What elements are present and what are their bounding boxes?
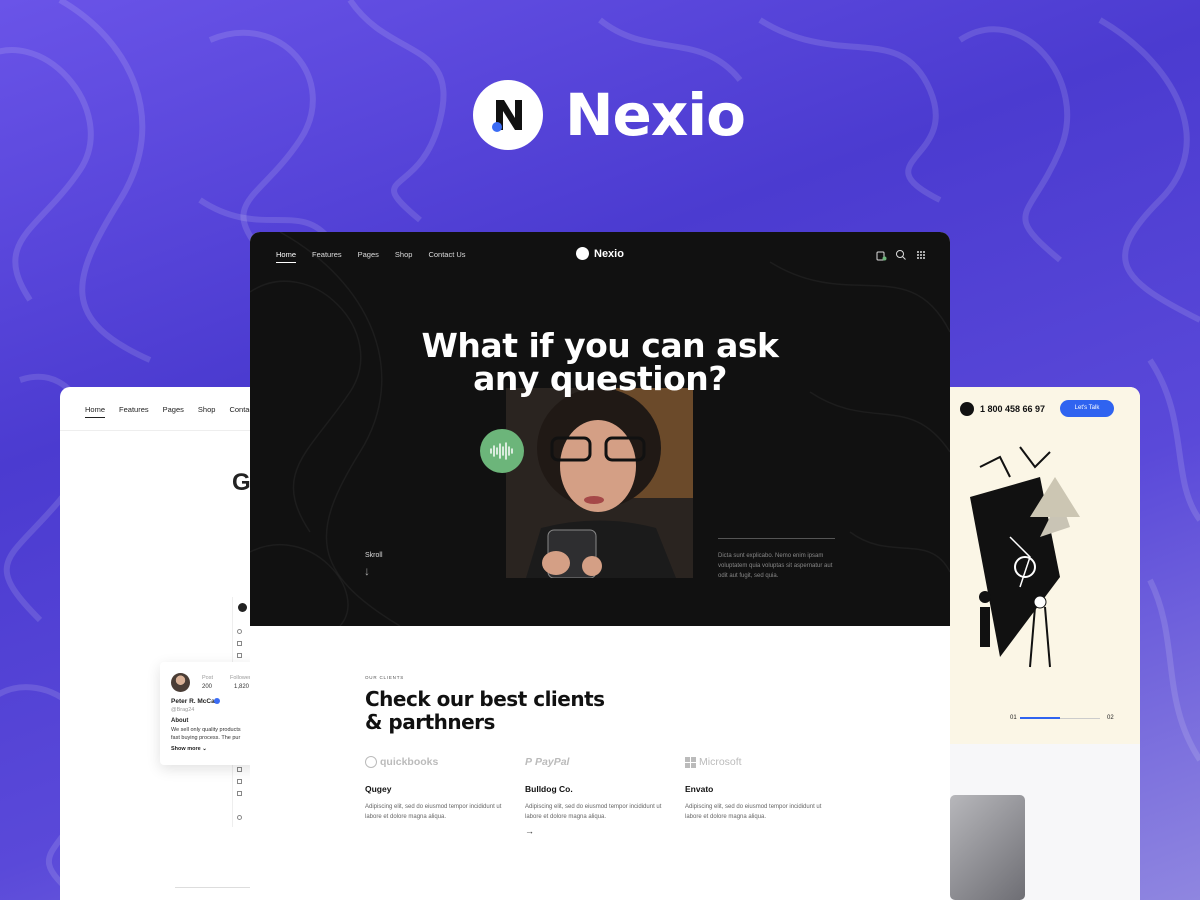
arrow-right-icon[interactable]: → <box>525 826 675 836</box>
clients-title-line: & parthners <box>365 710 495 734</box>
divider <box>718 538 835 539</box>
nav-features[interactable]: Features <box>312 250 342 263</box>
nexio-logo-icon <box>576 247 589 260</box>
hero-section: Home Features Pages Shop Contact Us Nexi… <box>250 232 950 626</box>
toolbar-icon[interactable] <box>237 779 242 784</box>
clients-title-line: Check our best clients <box>365 687 605 711</box>
avatar <box>171 673 190 692</box>
phone-number[interactable]: 1 800 458 66 97 <box>980 404 1045 414</box>
followers-label: Follower <box>230 675 251 681</box>
page-end: 02 <box>1107 715 1114 721</box>
profile-handle: @Brag24 <box>171 707 195 713</box>
client-logo: P PayPal <box>525 756 675 768</box>
clients-title: Check our best clients & parthners <box>365 688 605 734</box>
client-name: Envato <box>685 784 714 794</box>
toolbar-icon[interactable] <box>237 791 242 796</box>
main-brand[interactable]: Nexio <box>576 247 624 260</box>
nav-features[interactable]: Features <box>119 405 149 418</box>
client-logo-text: Microsoft <box>699 756 742 768</box>
toolbar-icon[interactable] <box>237 629 242 634</box>
client-logo: Microsoft <box>685 756 835 768</box>
divider <box>175 887 260 888</box>
post-count: 200 <box>202 684 213 690</box>
left-preview-card: Home Features Pages Shop Contac G <box>60 387 260 900</box>
chevron-down-icon: ⌄ <box>202 746 207 752</box>
paypal-logo-icon: P <box>525 756 533 768</box>
divider <box>60 430 260 431</box>
abstract-illustration <box>970 446 1080 668</box>
toolbar-icon[interactable] <box>237 767 242 772</box>
cart-icon[interactable] <box>875 249 887 261</box>
followers-count: 1,820 <box>234 684 250 690</box>
left-card-nav: Home Features Pages Shop Contac <box>85 405 253 418</box>
client-logo: quickbooks <box>365 756 515 768</box>
client-name: Qugey <box>365 784 392 794</box>
voice-wave-icon <box>490 442 513 460</box>
nexio-logo-icon <box>473 80 543 150</box>
client-card: Microsoft Envato Adipiscing elit, sed do… <box>685 756 835 822</box>
client-card: P PayPal Bulldog Co. Adipiscing elit, se… <box>525 756 675 836</box>
toolbar-icon[interactable] <box>237 641 242 646</box>
client-description: Adipiscing elit, sed do eiusmod tempor i… <box>365 804 502 820</box>
about-text: We sell only quality products fast buyin… <box>171 726 260 742</box>
profile-card: Post 200 Follower 1,820 Peter R. McCall … <box>160 662 260 765</box>
brand-header: Nexio <box>473 80 746 150</box>
client-name: Bulldog Co. <box>525 784 573 794</box>
scroll-label: Skroll <box>365 552 383 559</box>
brand-name: Nexio <box>565 81 746 149</box>
nexio-logo-icon <box>238 603 247 612</box>
nav-shop[interactable]: Shop <box>198 405 216 418</box>
hero-title-line: any question? <box>473 359 727 398</box>
hero-description: Dicta sunt explicabo. Nemo enim ipsam vo… <box>718 553 833 579</box>
nav-shop[interactable]: Shop <box>395 250 413 263</box>
profile-name: Peter R. McCall <box>171 698 219 705</box>
main-preview-card: Home Features Pages Shop Contact Us Nexi… <box>250 232 950 900</box>
phone-icon <box>960 402 974 416</box>
search-icon[interactable] <box>895 249 907 261</box>
verified-icon <box>214 698 220 704</box>
main-nav: Home Features Pages Shop Contact Us <box>276 250 466 263</box>
scroll-down-icon[interactable]: ↓ <box>364 564 370 578</box>
post-label: Post <box>202 675 214 681</box>
quickbooks-logo-icon <box>365 756 377 768</box>
hero-title: What if you can ask any question? <box>250 329 950 395</box>
nav-contact-us[interactable]: Contact Us <box>428 250 465 263</box>
grid-menu-icon[interactable] <box>915 249 927 261</box>
client-logo-text: PayPal <box>535 756 570 768</box>
clients-eyebrow: OUR CLIENTS <box>365 675 405 680</box>
client-card: quickbooks Qugey Adipiscing elit, sed do… <box>365 756 515 822</box>
about-line: We sell only quality products <box>171 727 241 733</box>
client-logo-text: quickbooks <box>380 756 439 768</box>
about-line: fast buying process. The pur <box>171 735 241 741</box>
card-image <box>950 795 1025 900</box>
client-description: Adipiscing elit, sed do eiusmod tempor i… <box>685 804 822 820</box>
main-brand-name: Nexio <box>594 247 624 260</box>
hero-title-line: What if you can ask <box>421 326 779 365</box>
nav-home[interactable]: Home <box>276 250 297 263</box>
about-label: About <box>171 718 189 724</box>
nav-pages[interactable]: Pages <box>163 405 184 418</box>
client-description: Adipiscing elit, sed do eiusmod tempor i… <box>525 804 662 820</box>
microsoft-logo-icon <box>685 756 696 768</box>
show-more-label: Show more <box>171 746 201 752</box>
voice-button[interactable] <box>480 429 524 473</box>
toolbar-icon[interactable] <box>237 653 242 658</box>
right-preview-card: 1 800 458 66 97 Let's Talk 01 02 <box>940 387 1140 900</box>
nav-home[interactable]: Home <box>85 405 106 418</box>
page-start: 01 <box>1010 715 1017 721</box>
settings-icon[interactable] <box>237 815 242 820</box>
nav-pages[interactable]: Pages <box>358 250 379 263</box>
lets-talk-button[interactable]: Let's Talk <box>1060 400 1114 417</box>
hero-portrait-image <box>506 388 693 578</box>
show-more-button[interactable]: Show more ⌄ <box>171 746 207 752</box>
heading-fragment: G <box>232 469 251 496</box>
slider-progress <box>1020 717 1060 719</box>
